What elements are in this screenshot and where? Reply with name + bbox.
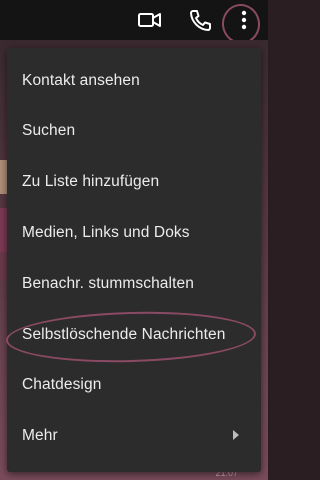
menu-item-disappearing-messages[interactable]: Selbstlöschende Nachrichten (7, 310, 261, 360)
menu-item-chat-theme[interactable]: Chatdesign (7, 360, 261, 410)
chevron-right-icon (233, 430, 239, 440)
overflow-menu: Kontakt ansehen Suchen Zu Liste hinzufüg… (7, 48, 261, 472)
video-call-icon[interactable] (137, 7, 163, 33)
menu-item-media-links-docs[interactable]: Medien, Links und Doks (7, 208, 261, 258)
menu-item-search[interactable]: Suchen (7, 106, 261, 156)
menu-item-more-label: Mehr (22, 427, 58, 444)
menu-item-view-contact[interactable]: Kontakt ansehen (7, 56, 261, 106)
menu-item-add-to-list[interactable]: Zu Liste hinzufügen (7, 157, 261, 207)
menu-item-mute-notifications[interactable]: Benachr. stummschalten (7, 259, 261, 309)
menu-item-more[interactable]: Mehr (7, 411, 261, 461)
phone-icon[interactable] (187, 7, 213, 33)
